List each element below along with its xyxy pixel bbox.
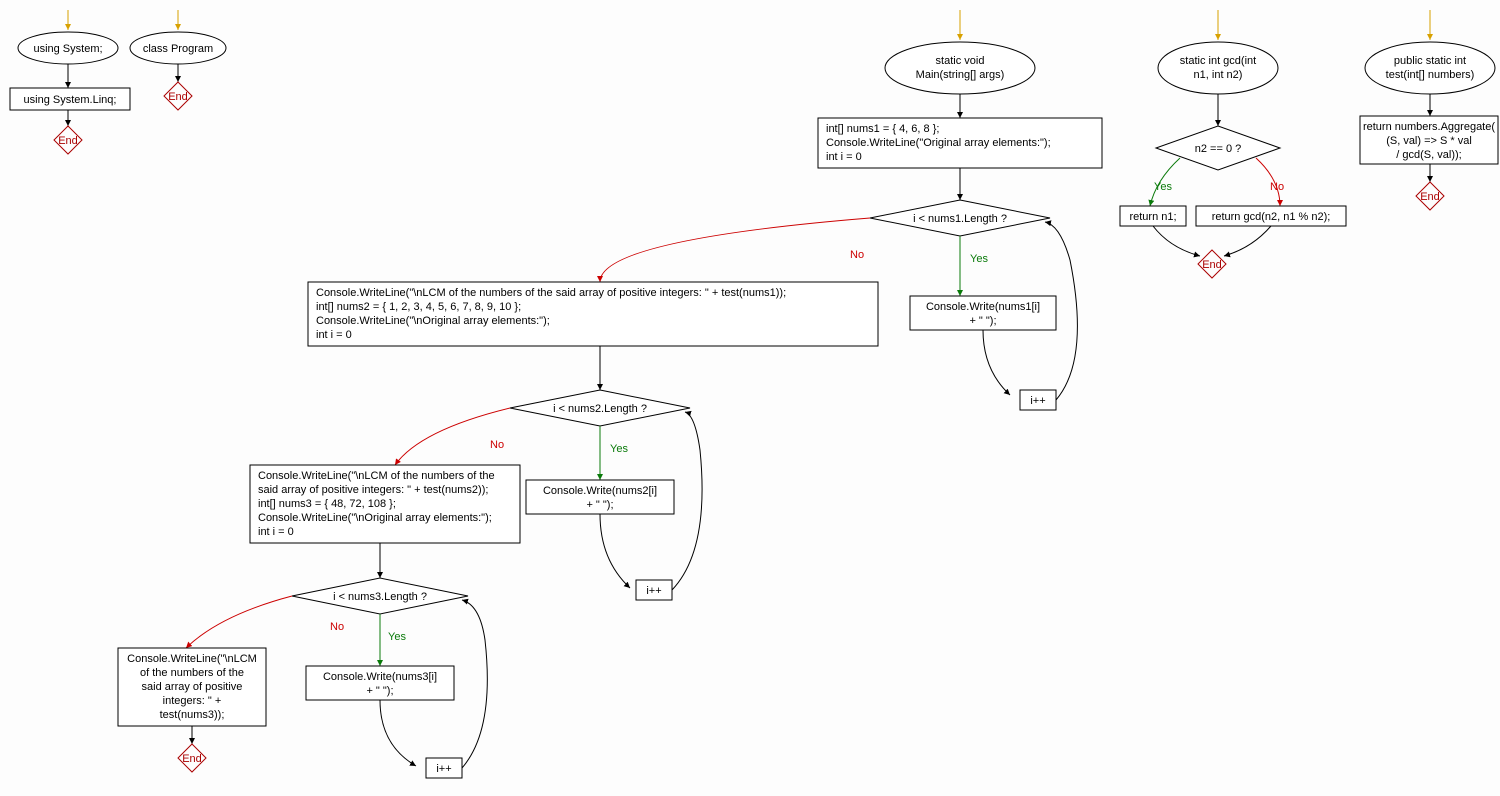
block2-l1: Console.WriteLine("\nLCM of the numbers … [316, 287, 786, 299]
block3-l5: int i = 0 [258, 526, 294, 538]
test-body2: (S, val) => S * val [1386, 135, 1472, 147]
node-class-program: class Program [143, 43, 213, 55]
test-l1: public static int [1394, 55, 1466, 67]
cond-nums2: i < nums2.Length ? [553, 403, 647, 415]
block4-l2: of the numbers of the [140, 667, 244, 679]
block4-l1: Console.WriteLine("\nLCM [127, 653, 257, 665]
write1-l2: + " "); [969, 315, 996, 327]
group-class-program: class Program End [130, 10, 226, 110]
svg-text:Yes: Yes [610, 443, 628, 455]
svg-text:End: End [1420, 191, 1440, 203]
end-node-main: End [178, 744, 206, 772]
block4-l3: said array of positive [142, 681, 243, 693]
test-l2: test(int[] numbers) [1386, 69, 1475, 81]
inc3: i++ [436, 763, 451, 775]
node-using-linq: using System.Linq; [24, 94, 117, 106]
gcd-ret1: return n1; [1129, 211, 1176, 223]
block2-l3: Console.WriteLine("\nOriginal array elem… [316, 315, 550, 327]
node-using-system: using System; [33, 43, 102, 55]
flowchart-diagram: using System; using System.Linq; End cla… [0, 0, 1500, 796]
gcd-cond: n2 == 0 ? [1195, 143, 1242, 155]
block2-l4: int i = 0 [316, 329, 352, 341]
write3-l2: + " "); [366, 685, 393, 697]
svg-text:No: No [490, 439, 504, 451]
end-node-gcd: End [1198, 250, 1226, 278]
end-node-2: End [164, 82, 192, 110]
test-body3: / gcd(S, val)); [1396, 149, 1461, 161]
group-using-system: using System; using System.Linq; End [10, 10, 130, 154]
svg-text:No: No [1270, 181, 1284, 193]
end-node-test: End [1416, 182, 1444, 210]
svg-text:Yes: Yes [1154, 181, 1172, 193]
main-block1-l2: Console.WriteLine("Original array elemen… [826, 137, 1051, 149]
gcd-ret2: return gcd(n2, n1 % n2); [1212, 211, 1331, 223]
end-node-1: End [54, 126, 82, 154]
svg-text:End: End [182, 753, 202, 765]
block3-l1: Console.WriteLine("\nLCM of the numbers … [258, 470, 495, 482]
group-gcd: static int gcd(int n1, int n2) n2 == 0 ?… [1120, 10, 1346, 278]
test-body1: return numbers.Aggregate( [1363, 121, 1495, 133]
svg-text:End: End [58, 135, 78, 147]
svg-text:No: No [850, 249, 864, 261]
write3-l1: Console.Write(nums3[i] [323, 671, 437, 683]
node-main-l2: Main(string[] args) [916, 69, 1005, 81]
write2-l2: + " "); [586, 499, 613, 511]
svg-text:End: End [168, 91, 188, 103]
svg-text:Yes: Yes [970, 253, 988, 265]
main-block1-l3: int i = 0 [826, 151, 862, 163]
main-block1-l1: int[] nums1 = { 4, 6, 8 }; [826, 123, 939, 135]
block3-l2: said array of positive integers: " + tes… [258, 484, 488, 496]
inc2: i++ [646, 585, 661, 597]
write2-l1: Console.Write(nums2[i] [543, 485, 657, 497]
svg-text:Yes: Yes [388, 631, 406, 643]
cond-nums1: i < nums1.Length ? [913, 213, 1007, 225]
cond-nums3: i < nums3.Length ? [333, 591, 427, 603]
write1-l1: Console.Write(nums1[i] [926, 301, 1040, 313]
gcd-l1: static int gcd(int [1180, 55, 1256, 67]
block3-l4: Console.WriteLine("\nOriginal array elem… [258, 512, 492, 524]
block4-l4: integers: " + [163, 695, 222, 707]
svg-text:End: End [1202, 259, 1222, 271]
svg-text:No: No [330, 621, 344, 633]
inc1: i++ [1030, 395, 1045, 407]
block3-l3: int[] nums3 = { 48, 72, 108 }; [258, 498, 396, 510]
gcd-l2: n1, int n2) [1194, 69, 1243, 81]
block4-l5: test(nums3)); [160, 709, 225, 721]
block2-l2: int[] nums2 = { 1, 2, 3, 4, 5, 6, 7, 8, … [316, 301, 521, 313]
group-test: public static int test(int[] numbers) re… [1360, 10, 1498, 210]
group-main: static void Main(string[] args) int[] nu… [118, 10, 1102, 778]
node-main-l1: static void [936, 55, 985, 67]
